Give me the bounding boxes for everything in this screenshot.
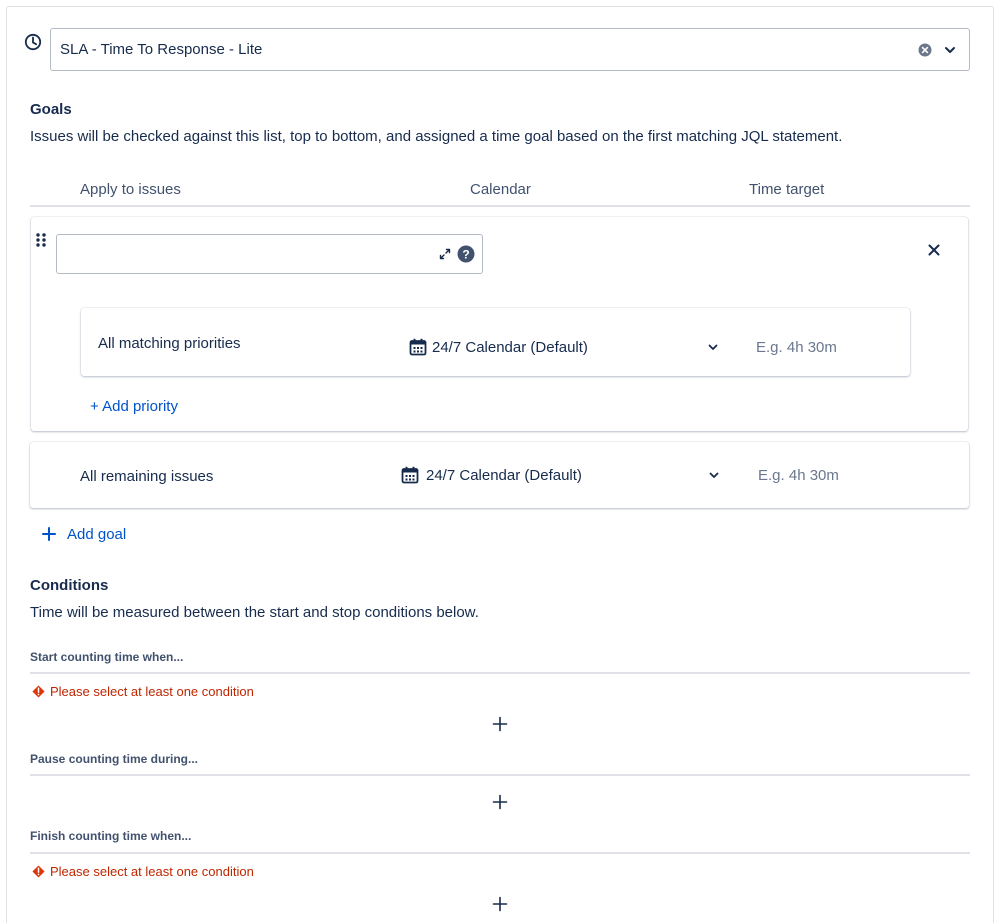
add-pause-condition-button[interactable] [492, 794, 508, 810]
remaining-calendar-select[interactable]: 24/7 Calendar (Default) [401, 458, 721, 492]
remaining-issues-label: All remaining issues [80, 468, 214, 485]
add-goal-button[interactable]: Add goal [40, 524, 140, 546]
calendar-icon [401, 466, 419, 484]
column-header-target: Time target [749, 181, 825, 198]
chevron-down-icon[interactable] [943, 43, 957, 57]
priority-calendar-select[interactable]: 24/7 Calendar (Default) [409, 329, 718, 363]
sla-name-value: SLA - Time To Response - Lite [60, 41, 263, 58]
start-divider [30, 672, 970, 674]
expand-icon[interactable] [438, 247, 452, 261]
goals-description: Issues will be checked against this list… [30, 128, 843, 145]
finish-divider [30, 852, 970, 854]
jql-input[interactable]: ? [56, 234, 483, 274]
priority-row-label: All matching priorities [98, 335, 241, 352]
priority-row: All matching priorities 24/7 Calendar (D… [81, 308, 910, 376]
priority-time-target-input[interactable]: E.g. 4h 30m [756, 339, 837, 356]
goals-title: Goals [30, 101, 72, 118]
error-icon [32, 685, 45, 698]
column-header-calendar: Calendar [470, 181, 531, 198]
add-goal-label: Add goal [67, 526, 127, 543]
close-icon[interactable] [928, 244, 940, 256]
column-header-apply: Apply to issues [80, 181, 181, 198]
pause-divider [30, 774, 970, 776]
error-icon [32, 865, 45, 878]
start-condition-label: Start counting time when... [30, 650, 184, 664]
start-condition-error: Please select at least one condition [50, 684, 254, 699]
finish-condition-label: Finish counting time when... [30, 829, 192, 843]
remaining-time-target-input[interactable]: E.g. 4h 30m [758, 467, 839, 484]
clock-icon [24, 33, 42, 51]
finish-condition-error: Please select at least one condition [50, 864, 254, 879]
add-priority-button[interactable]: + Add priority [90, 398, 178, 415]
conditions-title: Conditions [30, 577, 109, 594]
plus-icon [42, 527, 56, 541]
priority-calendar-value: 24/7 Calendar (Default) [432, 339, 588, 356]
calendar-icon [409, 338, 427, 356]
add-start-condition-button[interactable] [492, 716, 508, 732]
svg-text:?: ? [462, 248, 469, 262]
sla-name-select[interactable]: SLA - Time To Response - Lite [50, 28, 970, 71]
remaining-issues-row: All remaining issues 24/7 Calendar (Defa… [30, 442, 969, 508]
drag-handle-icon[interactable] [35, 232, 47, 248]
header-divider [30, 205, 970, 207]
remaining-calendar-value: 24/7 Calendar (Default) [426, 467, 582, 484]
conditions-description: Time will be measured between the start … [30, 604, 479, 621]
chevron-down-icon [709, 472, 719, 478]
pause-condition-label: Pause counting time during... [30, 752, 199, 766]
chevron-down-icon [708, 344, 718, 350]
clear-icon[interactable] [917, 42, 933, 58]
add-finish-condition-button[interactable] [492, 896, 508, 912]
help-icon[interactable]: ? [457, 245, 475, 263]
goal-card: ? All matching priorities 24/7 Calendar … [31, 217, 968, 431]
